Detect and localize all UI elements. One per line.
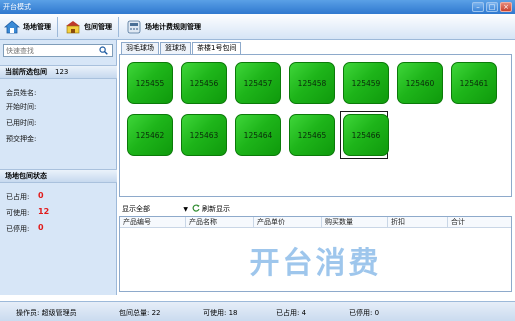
room-manage-button[interactable]: 包间管理 [61,16,115,38]
room-tile[interactable]: 125457 [235,62,281,104]
calculator-icon [125,19,143,35]
occupied-count: 0 [38,191,44,200]
watermark-text: 开台消费 [249,245,382,281]
toolbar: 场地管理 包间管理 场地计费规则管理 [0,14,515,40]
operator-status: 操作员: 超级管理员 [16,309,77,317]
close-button[interactable]: × [500,2,512,12]
column-header[interactable]: 购买数量 [322,217,388,227]
title-bar: 开台模式 – □ × [0,0,515,14]
tab-basketball[interactable]: 篮球场 [160,42,191,54]
venue-tabs: 羽毛球场 篮球场 茶楼1号包间 [121,42,242,55]
available-label: 可使用: [6,209,30,217]
column-header[interactable]: 产品编号 [120,217,186,227]
search-icon[interactable] [96,45,110,56]
disabled-count: 0 [38,223,44,232]
elapsed-time-label: 已用时间: [6,119,37,127]
member-name-label: 会员姓名: [6,89,37,97]
column-header[interactable]: 产品名称 [186,217,254,227]
search-box [3,44,113,57]
column-header[interactable]: 合计 [448,217,511,227]
refresh-label: 刷新显示 [202,205,230,213]
room-tile[interactable]: 125458 [289,62,335,104]
toolbar-divider [57,16,58,37]
room-tiles-area: 125455 125456 125457 125458 125459 12546… [119,54,512,197]
left-panel: 当前所选包间 123 会员姓名: 开始时间: 已用时间: 预交押金: 场地包间状… [0,40,117,295]
room-tile[interactable]: 125463 [181,114,227,156]
deposit-label: 预交押金: [6,135,37,143]
column-header[interactable]: 折扣 [388,217,448,227]
house-icon [3,19,21,35]
consumption-table: 产品编号 产品名称 产品单价 购买数量 折扣 合计 开台消费 [119,216,512,292]
total-rooms-status: 包间总量: 22 [119,309,161,317]
current-room-header: 当前所选包间 123 [0,65,117,79]
room-manage-label: 包间管理 [84,22,112,31]
room-tile[interactable]: 125461 [451,62,497,104]
column-header[interactable]: 产品单价 [254,217,322,227]
available-rooms-status: 可使用: 18 [203,309,238,317]
room-tile[interactable]: 125464 [235,114,281,156]
table-header: 产品编号 产品名称 产品单价 购买数量 折扣 合计 [120,217,511,228]
room-tile-selected[interactable]: 125466 [343,114,389,156]
occupied-label: 已占用: [6,193,30,201]
refresh-icon [192,204,200,214]
search-input[interactable] [4,45,96,56]
building-icon [64,19,82,35]
disabled-rooms-status: 已停用: 0 [349,309,380,317]
display-filter-select[interactable]: 显示全部 ▼ [120,203,188,215]
available-count: 12 [38,207,50,216]
room-tile[interactable]: 125455 [127,62,173,104]
toolbar-divider [118,16,119,37]
maximize-button[interactable]: □ [486,2,498,12]
current-room-value: 123 [55,68,69,76]
disabled-label: 已停用: [6,225,30,233]
room-tile[interactable]: 125460 [397,62,443,104]
start-time-label: 开始时间: [6,103,37,111]
room-tile[interactable]: 125459 [343,62,389,104]
room-status-header: 场地包间状态 [0,169,117,183]
room-tile[interactable]: 125456 [181,62,227,104]
room-status-title: 场地包间状态 [5,172,47,180]
control-bar: 显示全部 ▼ 刷新显示 [119,202,512,216]
billing-rules-button[interactable]: 场地计费规则管理 [122,16,204,38]
status-bar: 操作员: 超级管理员 包间总量: 22 可使用: 18 已占用: 4 已停用: … [0,301,515,321]
refresh-button[interactable]: 刷新显示 [192,204,230,214]
window-title: 开台模式 [3,3,31,11]
billing-rules-label: 场地计费规则管理 [145,22,201,31]
venue-manage-button[interactable]: 场地管理 [0,16,54,38]
occupied-rooms-status: 已占用: 4 [276,309,307,317]
display-filter-value: 显示全部 [122,205,150,213]
room-tile[interactable]: 125462 [127,114,173,156]
current-room-label: 当前所选包间 [5,68,47,76]
tab-badminton[interactable]: 羽毛球场 [121,42,159,54]
venue-manage-label: 场地管理 [23,22,51,31]
minimize-button[interactable]: – [472,2,484,12]
room-tile[interactable]: 125465 [289,114,335,156]
chevron-down-icon: ▼ [183,205,188,213]
